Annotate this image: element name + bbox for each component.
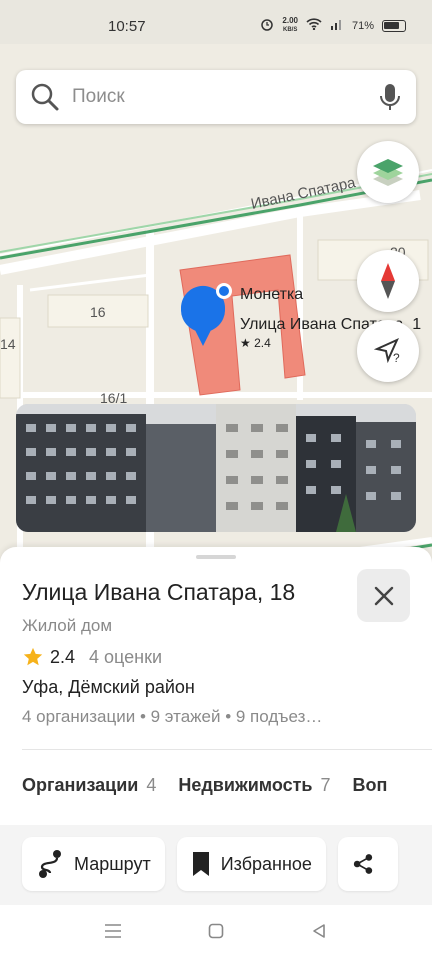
bookmark-icon [192,852,209,876]
place-card[interactable]: Улица Ивана Спатара, 18 Жилой дом 2.4 4 … [0,547,432,960]
compass-icon [381,263,395,299]
tab-questions[interactable]: Воп [353,775,388,796]
place-title: Улица Ивана Спатара, 18 [22,579,296,605]
tabs: Организации 4 Недвижимость 7 Воп [22,775,387,796]
favorites-label: Избранное [220,853,312,874]
speed-unit: KB/S [283,27,298,33]
divider [22,749,432,750]
poi-rating: ★ 2.4 [240,336,271,350]
status-icons: 2.00 KB/S 71% [260,17,406,34]
tab-label: Недвижимость [178,775,313,795]
tab-count: 7 [320,775,331,795]
map-layers-button[interactable] [357,141,419,203]
microphone-icon[interactable] [378,82,402,112]
my-location-button[interactable]: ? [357,320,419,382]
alarm-icon [260,17,274,34]
place-type: Жилой дом [22,616,113,635]
speed-value: 2.00 [282,16,298,25]
building-number-16: 16 [90,304,106,320]
rating-count: 4 оценки [89,646,163,667]
system-nav-bar [0,905,432,960]
favorites-button[interactable]: Избранное [176,837,326,891]
tab-label: Организации [22,775,139,795]
share-button[interactable] [337,837,398,891]
route-label: Маршрут [74,853,151,874]
poi-name[interactable]: Монетка [240,286,303,304]
back-icon[interactable] [311,923,327,939]
battery-percent: 71% [351,19,374,32]
status-time: 10:57 [108,18,146,35]
tab-real-estate[interactable]: Недвижимость 7 [178,775,330,796]
rating-value: 2.4 [50,646,76,667]
poi-dot-icon[interactable] [216,283,232,299]
search-bar[interactable]: Поиск [16,70,416,124]
route-icon [39,850,61,878]
close-button[interactable] [357,569,410,622]
location-arrow-icon: ? [373,338,400,365]
tab-organizations[interactable]: Организации 4 [22,775,156,796]
signal-icon [330,18,344,33]
sheet-handle[interactable] [196,555,236,559]
search-input[interactable]: Поиск [72,86,378,108]
route-button[interactable]: Маршрут [22,837,165,891]
compass-button[interactable] [357,250,419,312]
star-icon [23,647,43,666]
status-bar: 10:57 2.00 KB/S 71% [0,0,432,44]
wifi-icon [306,18,322,33]
home-icon[interactable] [208,923,224,939]
layers-icon [373,159,403,186]
tab-label: Воп [352,775,388,795]
building-number-14: 14 [0,336,16,352]
place-location: Уфа, Дёмский район [22,677,195,697]
rating-row[interactable]: 2.4 4 оценки [22,646,162,668]
tab-count: 4 [146,775,157,795]
place-details[interactable]: 4 организации • 9 этажей • 9 подъез… [22,707,322,727]
svg-text:?: ? [393,351,400,365]
share-icon [353,854,373,874]
close-icon [374,586,393,605]
network-speed: 2.00 KB/S [282,17,298,34]
battery-icon [382,19,406,32]
search-icon [31,83,59,111]
action-buttons: Маршрут Избранное [22,837,398,891]
building-photo[interactable] [16,404,416,532]
menu-icon[interactable] [104,923,122,939]
